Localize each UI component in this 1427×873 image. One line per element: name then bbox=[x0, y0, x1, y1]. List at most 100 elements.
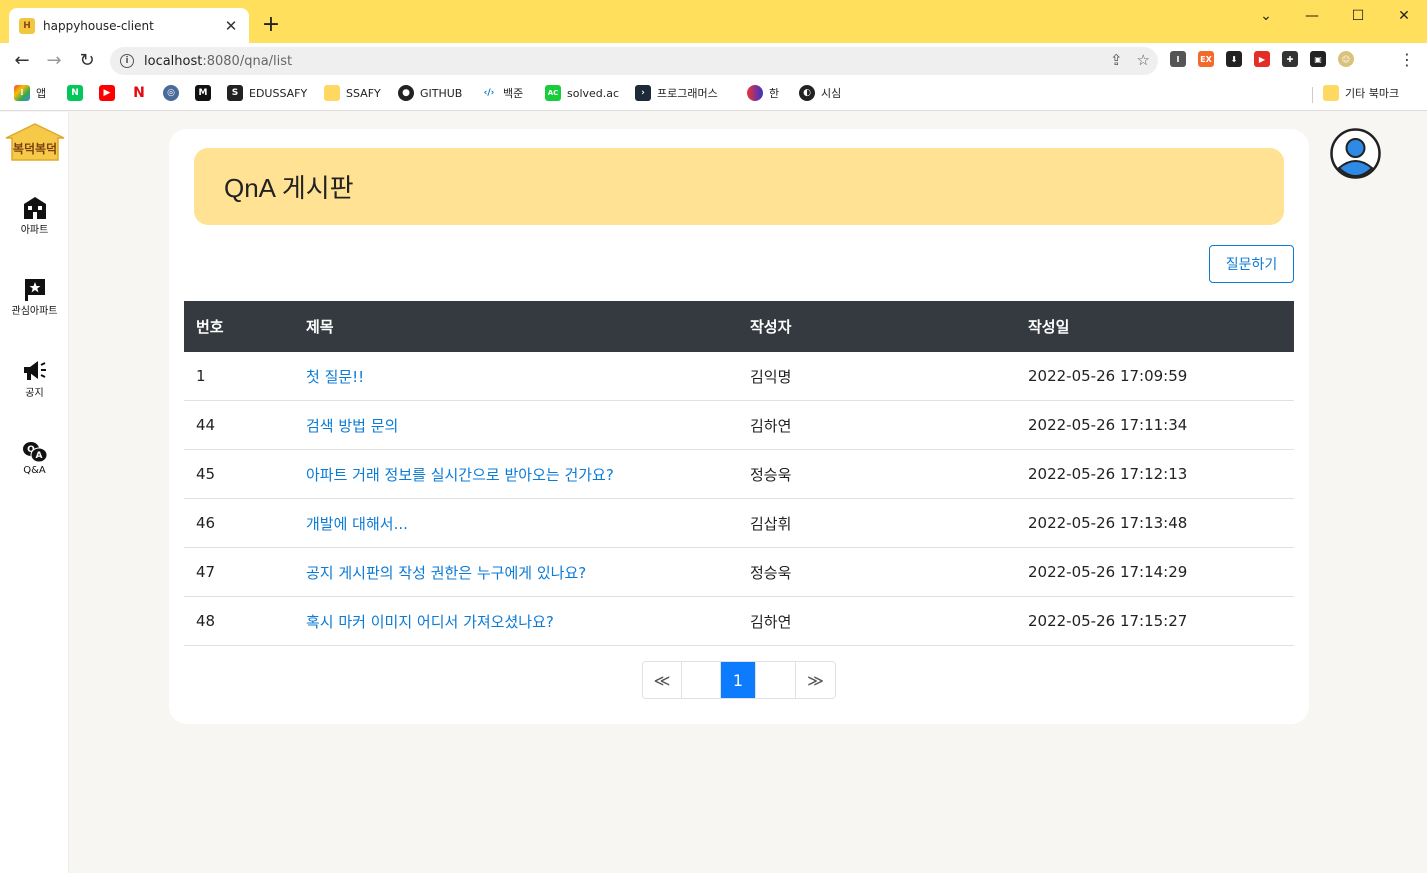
bookmark-ssafy[interactable]: SSAFY bbox=[324, 85, 381, 101]
share-icon[interactable]: ⇪ bbox=[1110, 51, 1123, 69]
sidebar-item-favorite-apartment[interactable]: 관심아파트 bbox=[0, 277, 69, 317]
column-header-number: 번호 bbox=[196, 318, 224, 336]
tab-search-icon[interactable]: ⌄ bbox=[1243, 0, 1289, 32]
table-header: 번호 제목 작성자 작성일 bbox=[184, 301, 1294, 352]
row-number: 44 bbox=[196, 416, 216, 434]
naver-icon: N bbox=[67, 85, 83, 101]
first-page-button[interactable]: ≪ bbox=[643, 662, 682, 698]
bookmark-programmers[interactable]: › 프로그래머스 bbox=[635, 85, 718, 101]
row-title-link[interactable]: 검색 방법 문의 bbox=[306, 417, 398, 435]
site-info-icon[interactable]: i bbox=[120, 54, 134, 68]
bookmark-medium[interactable]: M bbox=[195, 85, 217, 101]
browser-toolbar: ← → ↻ i localhost:8080/qna/list ⇪ ☆ I EX… bbox=[0, 43, 1427, 79]
column-header-author: 작성자 bbox=[750, 318, 792, 336]
programmers-icon: › bbox=[635, 85, 651, 101]
bookmark-separator bbox=[1312, 87, 1313, 103]
bookmark-star-icon[interactable]: ☆ bbox=[1137, 51, 1150, 69]
bookmark-netflix[interactable]: N bbox=[131, 85, 153, 101]
sidebar-item-qna[interactable]: Q A Q&A bbox=[0, 440, 69, 476]
url-text: localhost:8080/qna/list bbox=[144, 53, 293, 69]
table-row: 46 개발에 대해서... 김삽휘 2022-05-26 17:13:48 bbox=[184, 499, 1294, 548]
row-date: 2022-05-26 17:14:29 bbox=[1028, 563, 1188, 581]
download-icon[interactable]: ⬇ bbox=[1226, 51, 1242, 67]
close-window-icon[interactable]: ✕ bbox=[1381, 0, 1427, 32]
page-title: QnA 게시판 bbox=[224, 173, 354, 203]
maximize-icon[interactable]: ☐ bbox=[1335, 0, 1381, 32]
building-icon bbox=[23, 197, 46, 219]
row-date: 2022-05-26 17:15:27 bbox=[1028, 612, 1188, 630]
globe-icon: ◐ bbox=[799, 85, 815, 101]
sidebar-item-apartment[interactable]: 아파트 bbox=[0, 196, 69, 236]
browser-tab[interactable]: H happyhouse-client ✕ bbox=[9, 8, 249, 43]
bookmark-circle[interactable]: ◎ bbox=[163, 85, 185, 101]
next-page-button[interactable] bbox=[756, 662, 796, 698]
bookmarks-bar: ⁞ 앱 N ▶ N ◎ M S EDUSSAFY SSAFY ● GITHUB ‹/›… bbox=[0, 79, 1427, 111]
bookmark-baekjoon[interactable]: ‹/› 백준 bbox=[481, 85, 523, 101]
user-avatar-icon bbox=[1330, 128, 1381, 179]
bookmark-naver[interactable]: N bbox=[67, 85, 89, 101]
row-author: 정승욱 bbox=[750, 465, 792, 484]
row-author: 정승욱 bbox=[750, 563, 792, 582]
apps-grid-icon: ⁞ bbox=[14, 85, 30, 101]
bookmark-youtube[interactable]: ▶ bbox=[99, 85, 121, 101]
row-title-link[interactable]: 공지 게시판의 작성 권한은 누구에게 있나요? bbox=[306, 564, 586, 582]
row-author: 김하연 bbox=[750, 416, 792, 435]
star-flag-icon bbox=[24, 279, 45, 301]
folder-icon bbox=[1323, 85, 1339, 101]
row-number: 47 bbox=[196, 563, 216, 581]
pagination: ≪ 1 ≫ bbox=[642, 661, 836, 699]
bookmark-other[interactable]: 기타 북마크 bbox=[1323, 85, 1399, 101]
last-page-button[interactable]: ≫ bbox=[796, 662, 835, 698]
row-number: 45 bbox=[196, 465, 216, 483]
bookmark-solvedac[interactable]: AC solved.ac bbox=[545, 85, 619, 101]
table-row: 47 공지 게시판의 작성 권한은 누구에게 있나요? 정승욱 2022-05-… bbox=[184, 548, 1294, 597]
user-avatar[interactable] bbox=[1330, 128, 1381, 179]
row-title-link[interactable]: 아파트 거래 정보를 실시간으로 받아오는 건가요? bbox=[306, 466, 614, 484]
bookmark-edussafy[interactable]: S EDUSSAFY bbox=[227, 85, 307, 101]
reload-icon[interactable]: ↻ bbox=[75, 50, 99, 72]
row-date: 2022-05-26 17:09:59 bbox=[1028, 367, 1188, 385]
new-tab-icon[interactable]: + bbox=[260, 12, 282, 38]
page-banner: QnA 게시판 bbox=[194, 148, 1284, 225]
tab-title: happyhouse-client bbox=[43, 18, 154, 33]
side-panel-icon[interactable]: ▣ bbox=[1310, 51, 1326, 67]
extensions-bar: I EX ⬇ ▶ ✚ ▣ ☺ bbox=[1170, 51, 1354, 67]
folder-icon bbox=[324, 85, 340, 101]
sidebar-item-label: 관심아파트 bbox=[11, 306, 58, 317]
table-row: 45 아파트 거래 정보를 실시간으로 받아오는 건가요? 정승욱 2022-0… bbox=[184, 450, 1294, 499]
table-row: 48 혹시 마커 이미지 어디서 가져오셨나요? 김하연 2022-05-26 … bbox=[184, 597, 1294, 646]
bookmark-han[interactable]: 한 bbox=[747, 85, 779, 101]
forward-icon[interactable]: → bbox=[42, 50, 66, 72]
bookmark-apps[interactable]: ⁞ 앱 bbox=[14, 85, 46, 101]
bookmark-github[interactable]: ● GITHUB bbox=[398, 85, 462, 101]
row-title-link[interactable]: 첫 질문!! bbox=[306, 368, 364, 386]
address-bar[interactable]: i localhost:8080/qna/list ⇪ ☆ bbox=[110, 47, 1158, 75]
browser-menu-icon[interactable]: ⋮ bbox=[1399, 50, 1415, 70]
prev-page-button[interactable] bbox=[682, 662, 721, 698]
extension-i-icon[interactable]: I bbox=[1170, 51, 1186, 67]
profile-icon[interactable]: ☺ bbox=[1338, 51, 1354, 67]
han-icon bbox=[747, 85, 763, 101]
bookmark-sisim[interactable]: ◐ 시심 bbox=[799, 85, 841, 101]
logo[interactable]: 복덕복덕 bbox=[4, 122, 66, 162]
row-title-link[interactable]: 혹시 마커 이미지 어디서 가져오셨나요? bbox=[306, 613, 554, 631]
row-title-link[interactable]: 개발에 대해서... bbox=[306, 515, 408, 533]
row-author: 김삽휘 bbox=[750, 514, 792, 533]
tab-close-icon[interactable]: ✕ bbox=[223, 17, 239, 35]
back-icon[interactable]: ← bbox=[10, 50, 34, 72]
extensions-puzzle-icon[interactable]: ✚ bbox=[1282, 51, 1298, 67]
minimize-icon[interactable]: — bbox=[1289, 0, 1335, 32]
logo-text: 복덕복덕 bbox=[13, 141, 57, 156]
page-number-button[interactable]: 1 bbox=[721, 662, 756, 698]
baekjoon-icon: ‹/› bbox=[481, 85, 497, 101]
sidebar-item-label: 공지 bbox=[25, 388, 44, 399]
extension-youtube-icon[interactable]: ▶ bbox=[1254, 51, 1270, 67]
sidebar-item-notice[interactable]: 공지 bbox=[0, 359, 69, 399]
window-controls: ⌄ — ☐ ✕ bbox=[1243, 0, 1427, 32]
extension-ex-icon[interactable]: EX bbox=[1198, 51, 1214, 67]
row-date: 2022-05-26 17:12:13 bbox=[1028, 465, 1188, 483]
table-row: 1 첫 질문!! 김익명 2022-05-26 17:09:59 bbox=[184, 352, 1294, 401]
ask-question-button[interactable]: 질문하기 bbox=[1209, 245, 1294, 283]
table-row: 44 검색 방법 문의 김하연 2022-05-26 17:11:34 bbox=[184, 401, 1294, 450]
row-date: 2022-05-26 17:11:34 bbox=[1028, 416, 1188, 434]
